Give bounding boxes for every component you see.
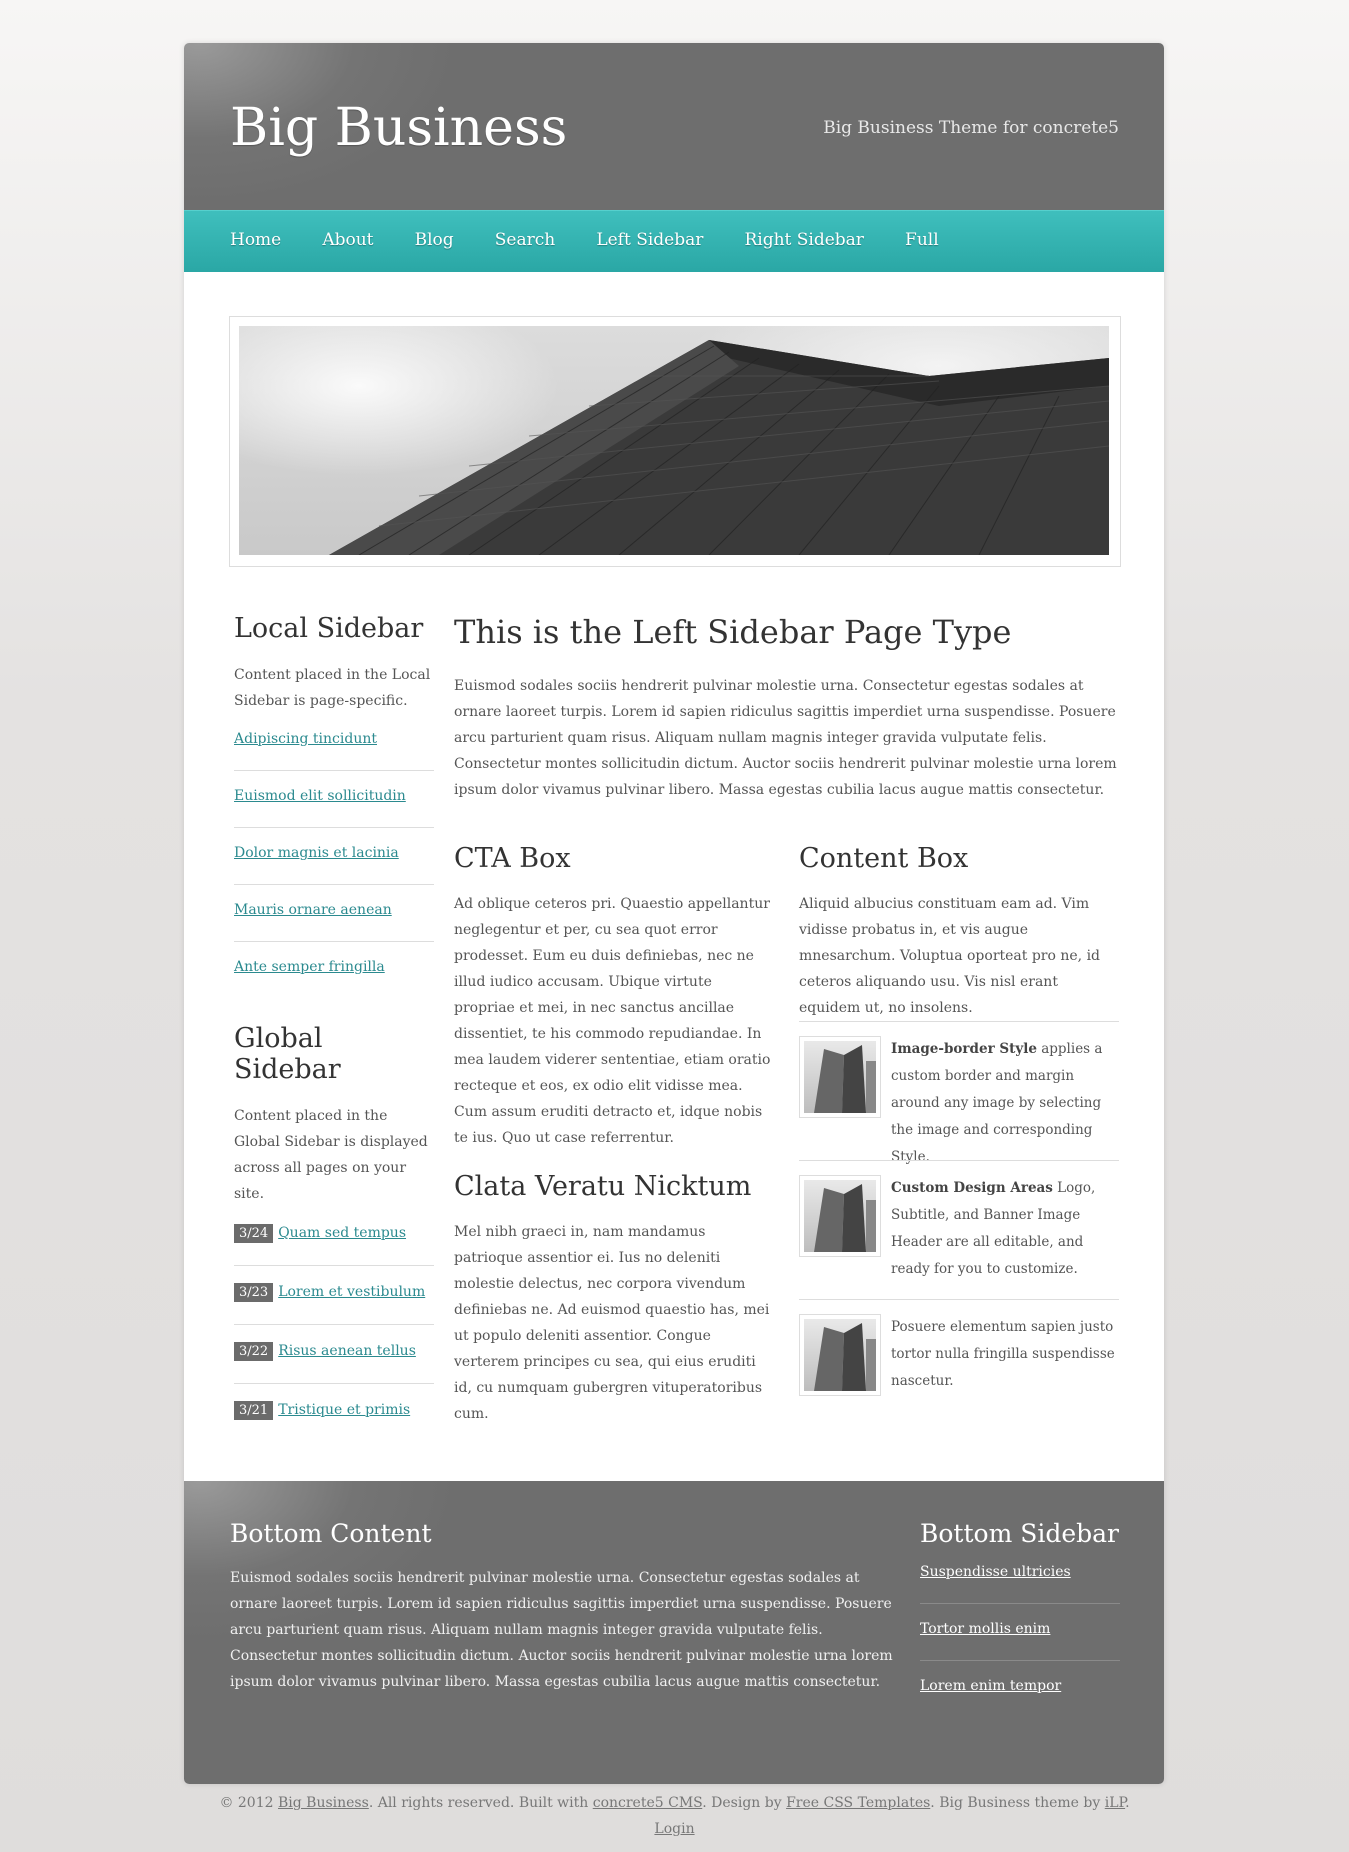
copyright-text: . All rights reserved. Built with: [368, 1795, 593, 1811]
building-icon: [814, 1323, 876, 1391]
feature-bold: Custom Design Areas: [891, 1180, 1053, 1196]
skyscraper-image: [329, 340, 1109, 555]
copyright-prefix: © 2012: [219, 1795, 278, 1811]
clata-text: Mel nibh graeci in, nam mandamus patrioq…: [454, 1224, 770, 1422]
cms-link[interactable]: concrete5 CMS: [593, 1795, 703, 1811]
feature-desc: applies a custom border and margin aroun…: [891, 1041, 1103, 1165]
local-link-3[interactable]: Dolor magnis et lacinia: [234, 845, 399, 861]
bottom-sidebar-title: Bottom Sidebar: [920, 1519, 1119, 1548]
bottom-content-title: Bottom Content: [230, 1519, 432, 1548]
feature-item: Custom Design Areas Logo, Subtitle, and …: [799, 1160, 1119, 1299]
list-item: 3/23 Lorem et vestibulum: [234, 1266, 434, 1325]
nav-about[interactable]: About: [322, 230, 373, 250]
list-item: 3/24 Quam sed tempus: [234, 1207, 434, 1266]
cta-text: Ad oblique ceteros pri. Quaestio appella…: [454, 896, 771, 1146]
post-link-1[interactable]: Quam sed tempus: [278, 1225, 406, 1241]
list-item: Adipiscing tincidunt: [234, 714, 434, 771]
local-link-2[interactable]: Euismod elit sollicitudin: [234, 788, 406, 804]
bottom-sidebar-links: Suspendisse ultricies Tortor mollis enim…: [920, 1547, 1120, 1718]
feature-text: Custom Design Areas Logo, Subtitle, and …: [891, 1175, 1119, 1283]
left-sidebar: Local Sidebar Content placed in the Loca…: [234, 613, 434, 1443]
intro-text: Euismod sodales sociis hendrerit pulvina…: [454, 678, 1117, 798]
site-link[interactable]: Big Business: [278, 1795, 369, 1811]
site-tagline: Big Business Theme for concrete5: [823, 118, 1119, 138]
feature-bold: Image-border Style: [891, 1041, 1037, 1057]
local-link-4[interactable]: Mauris ornare aenean: [234, 902, 392, 918]
login-link[interactable]: Login: [654, 1821, 694, 1837]
clata-title: Clata Veratu Nicktum: [454, 1171, 752, 1202]
content-box-title: Content Box: [799, 843, 969, 874]
local-link-1[interactable]: Adipiscing tincidunt: [234, 731, 377, 747]
feature-item: Posuere elementum sapien justo tortor nu…: [799, 1299, 1119, 1400]
feature-desc: Posuere elementum sapien justo tortor nu…: [891, 1319, 1115, 1389]
list-item: Euismod elit sollicitudin: [234, 771, 434, 828]
copyright-text: . Big Business theme by: [930, 1795, 1105, 1811]
local-sidebar-text: Content placed in the Local Sidebar is p…: [234, 667, 431, 709]
footer-link-1[interactable]: Suspendisse ultricies: [920, 1564, 1071, 1580]
content-box: Content Box Aliquid albucius constituam …: [799, 843, 1119, 1443]
site-footer: Bottom Content Euismod sodales sociis he…: [184, 1481, 1164, 1784]
copyright-bar: © 2012 Big Business. All rights reserved…: [0, 1790, 1349, 1842]
nav-full[interactable]: Full: [905, 230, 939, 250]
feature-item: Image-border Style applies a custom bord…: [799, 1021, 1119, 1165]
banner-frame: [229, 316, 1121, 567]
feature-thumbnail: [799, 1036, 881, 1118]
footer-link-2[interactable]: Tortor mollis enim: [920, 1621, 1050, 1637]
bottom-content-text: Euismod sodales sociis hendrerit pulvina…: [230, 1570, 893, 1690]
date-badge: 3/24: [234, 1224, 274, 1243]
feature-thumbnail: [799, 1175, 881, 1257]
copyright-text: .: [1125, 1795, 1130, 1811]
list-item: Dolor magnis et lacinia: [234, 828, 434, 885]
copyright-text: . Design by: [702, 1795, 787, 1811]
local-sidebar-title: Local Sidebar: [234, 613, 424, 644]
post-link-3[interactable]: Risus aenean tellus: [278, 1343, 416, 1359]
page-title: This is the Left Sidebar Page Type: [454, 613, 1012, 651]
list-item: Ante semper fringilla: [234, 942, 434, 999]
post-link-4[interactable]: Tristique et primis: [278, 1402, 410, 1418]
list-item: Mauris ornare aenean: [234, 885, 434, 942]
feature-text: Image-border Style applies a custom bord…: [891, 1036, 1119, 1171]
nav-search[interactable]: Search: [495, 230, 555, 250]
feature-text: Posuere elementum sapien justo tortor nu…: [891, 1314, 1119, 1395]
date-badge: 3/22: [234, 1342, 274, 1361]
list-item: Tortor mollis enim: [920, 1604, 1120, 1661]
content-box-text: Aliquid albucius constituam eam ad. Vim …: [799, 896, 1101, 1016]
global-sidebar-posts: 3/24 Quam sed tempus 3/23 Lorem et vestibu…: [234, 1207, 434, 1443]
design-link[interactable]: Free CSS Templates: [786, 1795, 930, 1811]
list-item: 3/22 Risus aenean tellus: [234, 1325, 434, 1384]
global-sidebar-text: Content placed in the Global Sidebar is …: [234, 1108, 428, 1202]
global-sidebar-title: Global Sidebar: [234, 1023, 341, 1085]
list-item: Suspendisse ultricies: [920, 1547, 1120, 1604]
list-item: Lorem enim tempor: [920, 1661, 1120, 1718]
nav-home[interactable]: Home: [230, 230, 281, 250]
ilp-link[interactable]: iLP: [1105, 1795, 1125, 1811]
site-logo[interactable]: Big Business: [230, 98, 567, 158]
main-content: This is the Left Sidebar Page Type Euism…: [454, 613, 1134, 1422]
post-link-2[interactable]: Lorem et vestibulum: [278, 1284, 425, 1300]
footer-link-3[interactable]: Lorem enim tempor: [920, 1678, 1061, 1694]
cta-box: CTA Box Ad oblique ceteros pri. Quaestio…: [454, 843, 774, 1427]
site-header: Big Business Big Business Theme for conc…: [184, 43, 1164, 210]
feature-thumbnail: [799, 1314, 881, 1396]
nav-right-sidebar[interactable]: Right Sidebar: [744, 230, 863, 250]
page-wrapper: Big Business Big Business Theme for conc…: [184, 43, 1164, 1784]
local-sidebar-links: Adipiscing tincidunt Euismod elit sollic…: [234, 714, 434, 999]
date-badge: 3/21: [234, 1401, 274, 1420]
banner-image: [239, 326, 1109, 555]
nav-left-sidebar[interactable]: Left Sidebar: [596, 230, 703, 250]
main-nav: Home About Blog Search Left Sidebar Righ…: [184, 210, 1164, 272]
date-badge: 3/23: [234, 1283, 274, 1302]
building-icon: [814, 1045, 876, 1113]
nav-blog[interactable]: Blog: [415, 230, 454, 250]
building-icon: [814, 1184, 876, 1252]
cta-title: CTA Box: [454, 843, 571, 874]
local-link-5[interactable]: Ante semper fringilla: [234, 959, 385, 975]
list-item: 3/21 Tristique et primis: [234, 1384, 434, 1443]
